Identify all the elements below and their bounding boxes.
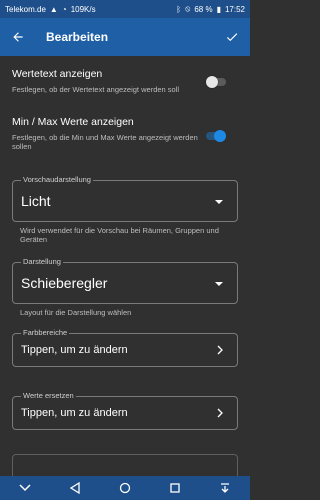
dropdown-caret-icon bbox=[215, 282, 223, 286]
page-title: Bearbeiten bbox=[46, 30, 109, 44]
field-label: Farbbereiche bbox=[21, 328, 70, 337]
field-value: Tippen, um zu ändern bbox=[21, 344, 128, 356]
bluetooth-icon: ᛒ bbox=[176, 4, 182, 14]
darstellung-helper: Layout für die Darstellung wählen bbox=[20, 308, 132, 317]
chevron-down-icon bbox=[19, 484, 31, 492]
back-button[interactable] bbox=[8, 27, 28, 47]
mute-icon: ⦸ bbox=[185, 4, 191, 13]
network-speed: 109K/s bbox=[70, 4, 96, 14]
nav-recents-button[interactable] bbox=[165, 480, 185, 496]
back-triangle-icon bbox=[69, 482, 80, 494]
nav-dropdown-button[interactable] bbox=[15, 480, 35, 496]
pull-down-icon bbox=[221, 483, 229, 493]
setting-minmax[interactable]: Min / Max Werte anzeigen Festlegen, ob d… bbox=[0, 116, 250, 152]
field-label: Vorschaudarstellung bbox=[21, 175, 93, 184]
field-value: Schieberegler bbox=[21, 275, 108, 291]
nav-notification-button[interactable] bbox=[215, 480, 235, 496]
recents-square-icon bbox=[170, 483, 180, 493]
vorschau-select[interactable]: Vorschaudarstellung Licht bbox=[12, 175, 238, 222]
minmax-toggle[interactable] bbox=[206, 130, 226, 142]
next-field-partial[interactable] bbox=[12, 454, 238, 476]
battery-percent: 68 % bbox=[194, 4, 213, 14]
chevron-right-icon bbox=[215, 345, 225, 355]
setting-title: Wertetext anzeigen bbox=[12, 68, 103, 80]
toggle-thumb bbox=[206, 76, 218, 88]
setting-subtitle: Festlegen, ob der Wertetext angezeigt we… bbox=[12, 85, 180, 94]
clock: 17:52 bbox=[224, 4, 245, 14]
arrow-left-icon bbox=[13, 32, 23, 42]
home-circle-icon bbox=[119, 482, 131, 494]
carrier-label: Telekom.de bbox=[5, 4, 46, 14]
setting-subtitle: Festlegen, ob die Min und Max Werte ange… bbox=[12, 133, 198, 152]
dropdown-caret-icon bbox=[215, 200, 223, 204]
battery-icon: ▮ bbox=[216, 4, 221, 14]
status-bar: Telekom.de ▲ ◔ 109K/s ᛒ ⦸ 68 % ▮ 17:52 bbox=[0, 0, 250, 18]
setting-wertetext[interactable]: Wertetext anzeigen Festlegen, ob der Wer… bbox=[0, 68, 250, 94]
field-label: Werte ersetzen bbox=[21, 391, 76, 400]
vorschau-helper: Wird verwendet für die Vorschau bei Räum… bbox=[20, 226, 219, 245]
toggle-thumb bbox=[214, 130, 226, 142]
settings-content: Wertetext anzeigen Festlegen, ob der Wer… bbox=[0, 56, 250, 476]
app-bar: Bearbeiten bbox=[0, 18, 250, 56]
nav-home-button[interactable] bbox=[115, 480, 135, 496]
chevron-right-icon bbox=[215, 408, 225, 418]
check-icon bbox=[226, 33, 238, 42]
nav-back-button[interactable] bbox=[65, 480, 85, 496]
wifi-icon: ◔ bbox=[61, 4, 67, 14]
signal-icon: ▲ bbox=[49, 4, 58, 14]
system-navigation-bar bbox=[0, 476, 250, 500]
confirm-button[interactable] bbox=[222, 27, 242, 47]
field-value: Tippen, um zu ändern bbox=[21, 407, 128, 419]
setting-title: Min / Max Werte anzeigen bbox=[12, 116, 134, 128]
farbbereiche-field[interactable]: Farbbereiche Tippen, um zu ändern bbox=[12, 328, 238, 367]
werte-ersetzen-field[interactable]: Werte ersetzen Tippen, um zu ändern bbox=[12, 391, 238, 430]
wertetext-toggle[interactable] bbox=[206, 76, 226, 88]
darstellung-select[interactable]: Darstellung Schieberegler bbox=[12, 257, 238, 304]
field-value: Licht bbox=[21, 193, 51, 209]
field-label: Darstellung bbox=[21, 257, 63, 266]
